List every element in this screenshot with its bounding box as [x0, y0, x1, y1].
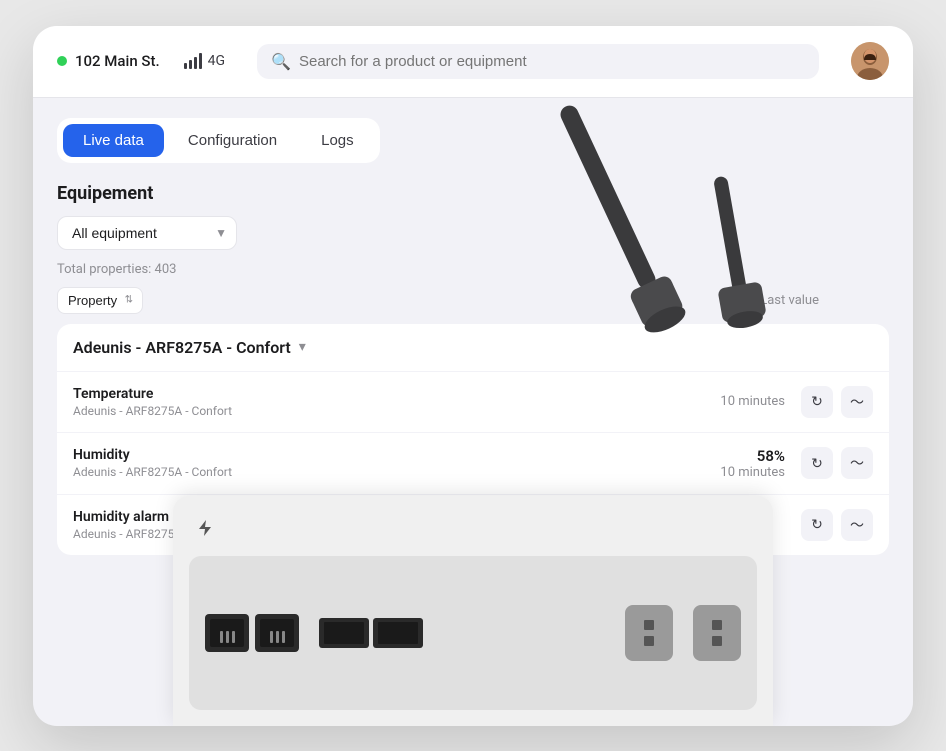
header: 102 Main St. 4G 🔍	[33, 26, 913, 98]
refresh-button[interactable]: ↻	[801, 386, 833, 418]
equipment-select-wrapper[interactable]: All equipment ▼	[57, 216, 237, 250]
tab-configuration[interactable]: Configuration	[168, 124, 297, 157]
total-properties: Total properties: 403	[57, 262, 889, 277]
ethernet-port	[255, 614, 299, 652]
section-title: Equipement	[57, 183, 889, 204]
equipment-select[interactable]: All equipment	[57, 216, 237, 250]
chart-button[interactable]: 〜	[841, 447, 873, 479]
lightning-icon	[189, 512, 221, 544]
usb-port	[373, 618, 423, 648]
property-device: Adeunis - ARF8275A - Confort	[73, 465, 720, 479]
property-filter-wrapper[interactable]: Property ⇅	[57, 287, 143, 314]
property-info-temperature: Temperature Adeunis - ARF8275A - Confort	[73, 386, 720, 418]
power-strip-overlay	[173, 496, 773, 726]
tab-logs[interactable]: Logs	[301, 124, 374, 157]
power-strip-body	[189, 556, 757, 710]
location-dot-icon	[57, 56, 67, 66]
ethernet-ports	[205, 614, 299, 652]
property-info-humidity: Humidity Adeunis - ARF8275A - Confort	[73, 447, 720, 479]
chevron-down-icon: ▾	[299, 339, 306, 355]
signal-badge: 4G	[184, 53, 225, 69]
signal-icon	[184, 53, 202, 69]
equipment-filter: All equipment ▼	[57, 216, 889, 250]
property-value-section: ↻ 〜	[785, 509, 873, 541]
humidity-value: 58%	[720, 447, 785, 465]
avatar-image	[851, 42, 889, 80]
tabs: Live data Configuration Logs	[57, 118, 380, 163]
outlet-ports	[625, 605, 741, 661]
search-icon: 🔍	[271, 52, 291, 71]
property-value-section: 58% 10 minutes ↻ 〜	[720, 447, 873, 480]
property-value: 10 minutes	[720, 394, 785, 409]
refresh-button[interactable]: ↻	[801, 509, 833, 541]
main-content: Live data Configuration Logs Equipement …	[33, 98, 913, 726]
property-name: Humidity	[73, 447, 720, 463]
outlet	[625, 605, 673, 661]
location-badge[interactable]: 102 Main St.	[57, 52, 160, 70]
property-value-section: 10 minutes ↻ 〜	[720, 386, 873, 418]
avatar[interactable]	[851, 42, 889, 80]
table-row: Humidity Adeunis - ARF8275A - Confort 58…	[57, 433, 889, 495]
refresh-button[interactable]: ↻	[801, 447, 833, 479]
search-bar[interactable]: 🔍	[257, 44, 819, 79]
tab-live-data[interactable]: Live data	[63, 124, 164, 157]
device-group-title: Adeunis - ARF8275A - Confort	[73, 338, 291, 357]
chart-button[interactable]: 〜	[841, 386, 873, 418]
table-row: Temperature Adeunis - ARF8275A - Confort…	[57, 372, 889, 433]
usb-port	[319, 618, 369, 648]
ethernet-port	[205, 614, 249, 652]
property-name: Temperature	[73, 386, 720, 402]
chart-button[interactable]: 〜	[841, 509, 873, 541]
location-label: 102 Main St.	[75, 52, 160, 70]
app-container: 102 Main St. 4G 🔍	[33, 26, 913, 726]
device-group-header[interactable]: Adeunis - ARF8275A - Confort ▾	[57, 324, 889, 372]
last-value-header: Last value	[760, 293, 819, 308]
property-device: Adeunis - ARF8275A - Confort	[73, 404, 720, 418]
time-ago: 10 minutes	[720, 465, 785, 480]
power-strip-header	[189, 512, 757, 544]
property-select[interactable]: Property	[57, 287, 143, 314]
outlet	[693, 605, 741, 661]
signal-label: 4G	[208, 53, 225, 69]
search-input[interactable]	[299, 53, 805, 70]
property-value: 58% 10 minutes	[720, 447, 785, 480]
usb-ports	[319, 618, 423, 648]
time-ago: 10 minutes	[720, 394, 785, 409]
